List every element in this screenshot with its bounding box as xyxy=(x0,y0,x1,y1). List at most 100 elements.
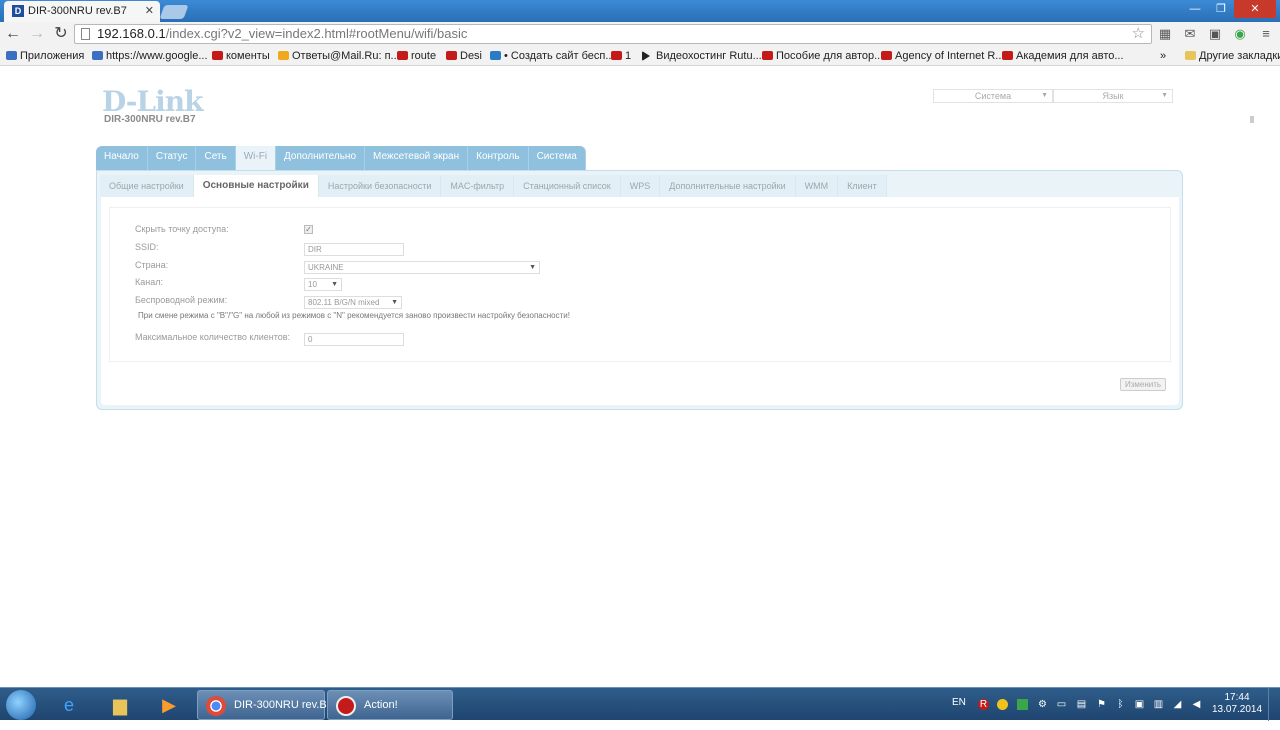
page-icon xyxy=(81,28,90,40)
other-bookmarks[interactable]: Другие закладки xyxy=(1185,49,1280,63)
youtube-icon xyxy=(611,51,622,60)
minimize-icon[interactable]: — xyxy=(1182,0,1208,18)
tab-station-list[interactable]: Станционный список xyxy=(514,175,621,197)
back-arrow-icon[interactable]: ← xyxy=(4,25,22,43)
task-action[interactable]: Action! xyxy=(327,690,453,720)
mail-answers-icon xyxy=(278,51,289,60)
bookmark-jimdo[interactable]: • Создать сайт бесп... xyxy=(490,49,615,63)
close-tab-icon[interactable]: ✕ xyxy=(145,4,154,17)
nav-wifi[interactable]: Wi-Fi xyxy=(235,146,277,170)
bookmark-star-icon[interactable]: ☆ xyxy=(1132,25,1145,43)
menu-icon[interactable]: ≡ xyxy=(1258,26,1274,42)
tray-monitor-icon[interactable]: ▭ xyxy=(1056,699,1067,710)
other-bookmarks-label: Другие закладки xyxy=(1199,50,1280,62)
reload-icon[interactable]: ↻ xyxy=(52,25,70,43)
tab-wmm[interactable]: WMM xyxy=(795,175,839,197)
bookmark-1[interactable]: 1 xyxy=(611,49,631,63)
nav-start[interactable]: Начало xyxy=(96,146,148,170)
bookmark-label: https://www.google... xyxy=(106,50,208,62)
chevron-down-icon: ▼ xyxy=(391,299,398,306)
nav-network[interactable]: Сеть xyxy=(196,146,236,170)
apply-button[interactable]: Изменить xyxy=(1120,378,1166,391)
youtube-icon xyxy=(446,51,457,60)
bookmark-label: Приложения xyxy=(20,50,85,62)
bookmark-label: 1 xyxy=(625,50,632,62)
wireless-mode-select[interactable]: 802.11 B/G/N mixed ▼ xyxy=(304,296,402,309)
scroll-marker xyxy=(1250,116,1254,123)
bookmarks-overflow-button[interactable]: » xyxy=(1160,49,1166,63)
tray-yellow-icon[interactable] xyxy=(997,699,1008,710)
wireless-mode-value: 802.11 B/G/N mixed xyxy=(308,298,380,307)
model-name: DIR-300NRU rev.B7 xyxy=(104,114,196,125)
chat-icon[interactable]: ▣ xyxy=(1207,26,1223,42)
tab-client[interactable]: Клиент xyxy=(838,175,887,197)
channel-select[interactable]: 10 ▼ xyxy=(304,278,342,291)
bookmark-label: коменты xyxy=(226,50,270,62)
tab-wps[interactable]: WPS xyxy=(620,175,661,197)
nav-advanced[interactable]: Дополнительно xyxy=(276,146,366,170)
tray-device-icon[interactable]: ▣ xyxy=(1134,699,1145,710)
hide-ap-checkbox[interactable]: ✓ xyxy=(304,225,313,234)
youtube-icon xyxy=(1002,51,1013,60)
tab-mac-filter[interactable]: MAC-фильтр xyxy=(441,175,515,197)
nav-firewall[interactable]: Межсетевой экран xyxy=(365,146,469,170)
tray-network-icon[interactable]: ▤ xyxy=(1076,699,1087,710)
bluetooth-icon[interactable]: ᛒ xyxy=(1115,699,1126,710)
tab-security[interactable]: Настройки безопасности xyxy=(318,175,442,197)
show-desktop-button[interactable] xyxy=(1268,688,1280,721)
language-indicator[interactable]: EN xyxy=(952,697,966,730)
nav-control[interactable]: Контроль xyxy=(468,146,529,170)
clock[interactable]: 17:44 13.07.2014 xyxy=(1212,692,1262,716)
system-select[interactable]: Система ▼ xyxy=(933,89,1053,103)
bookmark-mail-answers[interactable]: Ответы@Mail.Ru: п... xyxy=(278,49,400,63)
chevron-down-icon: ▼ xyxy=(1161,92,1168,99)
chevron-down-icon: ▼ xyxy=(331,281,338,288)
bookmark-label: Agency of Internet R... xyxy=(895,50,1005,62)
url-path: /index.cgi?v2_view=index2.html#rootMenu/… xyxy=(165,26,468,41)
bookmark-google[interactable]: https://www.google... xyxy=(92,49,208,63)
ssid-input[interactable]: DIR xyxy=(304,243,404,256)
mail-icon[interactable]: ✉ xyxy=(1182,26,1198,42)
bookmark-label: Видеохостинг Rutu... xyxy=(656,50,762,62)
clock-date: 13.07.2014 xyxy=(1212,704,1263,715)
tray-green-icon[interactable] xyxy=(1017,699,1028,710)
explorer-folder-icon[interactable]: ▆ xyxy=(107,692,133,718)
nav-status[interactable]: Статус xyxy=(147,146,197,170)
tab-basic[interactable]: Основные настройки xyxy=(193,175,319,197)
forward-arrow-icon[interactable]: → xyxy=(28,25,46,43)
bookmark-posobie[interactable]: Пособие для автор... xyxy=(762,49,883,63)
media-player-icon[interactable]: ▶ xyxy=(156,692,182,718)
nav-system[interactable]: Система xyxy=(528,146,586,170)
tray-flag-icon[interactable]: ⚑ xyxy=(1096,699,1107,710)
bookmark-akademia[interactable]: Академия для авто... xyxy=(1002,49,1124,63)
language-select[interactable]: Язык ▼ xyxy=(1053,89,1173,103)
start-button[interactable] xyxy=(6,690,36,720)
bookmark-label: Ответы@Mail.Ru: п... xyxy=(292,50,400,62)
max-clients-input[interactable]: 0 xyxy=(304,333,404,346)
ie-icon[interactable]: e xyxy=(56,692,82,718)
address-bar[interactable]: 192.168.0.1/index.cgi?v2_view=index2.htm… xyxy=(74,24,1152,44)
bookmark-agency[interactable]: Agency of Internet R... xyxy=(881,49,1004,63)
bookmark-label: Пособие для автор... xyxy=(776,50,884,62)
bookmark-komenty[interactable]: коменты xyxy=(212,49,270,63)
country-select[interactable]: UKRAINE ▼ xyxy=(304,261,540,274)
volume-icon[interactable]: ◀ xyxy=(1191,699,1202,710)
close-window-icon[interactable]: ✕ xyxy=(1234,0,1276,18)
tray-usb-icon[interactable]: ▥ xyxy=(1153,699,1164,710)
tab-extra-settings[interactable]: Дополнительные настройки xyxy=(660,175,796,197)
task-chrome[interactable]: DIR-300NRU rev.B... xyxy=(197,690,336,720)
bookmark-apps[interactable]: Приложения xyxy=(6,49,84,63)
bookmark-route[interactable]: route xyxy=(397,49,436,63)
bookmark-desi[interactable]: Desi xyxy=(446,49,482,63)
tray-gear-icon[interactable]: ⚙ xyxy=(1037,699,1048,710)
extension-grid-icon[interactable]: ▦ xyxy=(1157,26,1173,42)
maximize-icon[interactable]: ❐ xyxy=(1208,0,1234,18)
tab-general[interactable]: Общие настройки xyxy=(100,175,194,197)
browser-tab[interactable]: D DIR-300NRU rev.B7 ✕ xyxy=(4,1,160,22)
green-extension-icon[interactable]: ◉ xyxy=(1232,26,1248,42)
signal-icon[interactable]: ◢ xyxy=(1172,699,1183,710)
bookmark-rutube[interactable]: Видеохостинг Rutu... xyxy=(642,49,762,63)
tray-r-icon[interactable]: R xyxy=(978,699,989,710)
new-tab-button[interactable] xyxy=(159,5,189,19)
chevron-down-icon: ▼ xyxy=(529,264,536,271)
